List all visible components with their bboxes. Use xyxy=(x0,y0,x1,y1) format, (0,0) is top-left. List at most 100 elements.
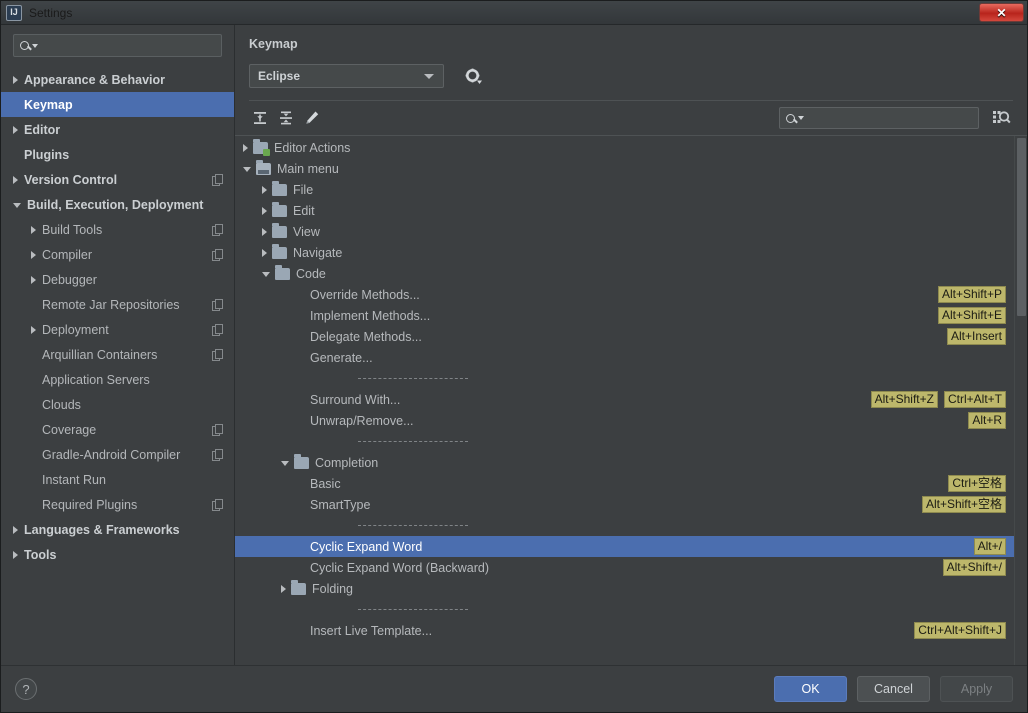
sidebar-item-clouds[interactable]: Clouds xyxy=(1,392,234,417)
keymap-toolbar xyxy=(235,101,1027,135)
keymap-tree-row[interactable]: Unwrap/Remove... Alt+R xyxy=(235,410,1014,431)
keymap-tree-row[interactable]: Basic Ctrl+空格 xyxy=(235,473,1014,494)
sidebar-item-keymap[interactable]: Keymap xyxy=(1,92,234,117)
chevron-down-icon xyxy=(13,203,21,208)
page-title: Keymap xyxy=(249,37,298,51)
keymap-tree-row[interactable]: Delegate Methods... Alt+Insert xyxy=(235,326,1014,347)
sidebar-item-required-plugins[interactable]: Required Plugins xyxy=(1,492,234,517)
keymap-tree-row[interactable]: Override Methods... Alt+Shift+P xyxy=(235,284,1014,305)
shortcut-list: Alt+Insert xyxy=(946,326,1006,347)
keymap-tree-row[interactable]: View xyxy=(235,221,1014,242)
sidebar-item-languages-frameworks[interactable]: Languages & Frameworks xyxy=(1,517,234,542)
chevron-right-icon xyxy=(13,550,18,559)
keymap-find-input[interactable] xyxy=(809,111,972,125)
keymap-tree-row[interactable]: Editor Actions xyxy=(235,137,1014,158)
copy-settings-icon xyxy=(212,449,223,461)
chevron-right-icon[interactable] xyxy=(262,248,267,257)
separator-line xyxy=(358,378,468,379)
sidebar-item-label: Editor xyxy=(24,122,61,137)
pencil-icon[interactable] xyxy=(301,107,323,129)
keymap-scheme-select[interactable]: Eclipse xyxy=(249,64,444,88)
chevron-right-icon[interactable] xyxy=(262,206,267,215)
shortcut-badge: Alt+Shift+Z xyxy=(870,391,938,408)
chevron-down-icon[interactable] xyxy=(262,272,270,277)
sidebar-item-label: Required Plugins xyxy=(42,497,138,512)
keymap-action-label: Navigate xyxy=(293,245,343,260)
sidebar-item-tools[interactable]: Tools xyxy=(1,542,234,567)
chevron-down-icon[interactable] xyxy=(281,461,289,466)
keymap-tree-row[interactable]: Generate... xyxy=(235,347,1014,368)
folder-icon xyxy=(291,579,306,595)
help-button[interactable]: ? xyxy=(15,678,37,700)
sidebar-item-build-execution-deployment[interactable]: Build, Execution, Deployment xyxy=(1,192,234,217)
sidebar-item-version-control[interactable]: Version Control xyxy=(1,167,234,192)
keymap-action-label: Override Methods... xyxy=(310,287,420,302)
sidebar-item-application-servers[interactable]: Application Servers xyxy=(1,367,234,392)
chevron-right-icon[interactable] xyxy=(262,227,267,236)
sidebar-item-label: Languages & Frameworks xyxy=(24,522,180,537)
sidebar-item-build-tools[interactable]: Build Tools xyxy=(1,217,234,242)
keymap-tree-row[interactable]: Main menu xyxy=(235,158,1014,179)
sidebar-item-deployment[interactable]: Deployment xyxy=(1,317,234,342)
keymap-action-label: Delegate Methods... xyxy=(310,329,422,344)
copy-settings-icon xyxy=(212,324,223,336)
keymap-find-box[interactable] xyxy=(779,107,979,129)
sidebar-item-label: Version Control xyxy=(24,172,118,187)
keymap-tree-row[interactable]: Implement Methods... Alt+Shift+E xyxy=(235,305,1014,326)
expand-all-icon[interactable] xyxy=(249,107,271,129)
chevron-right-icon[interactable] xyxy=(281,584,286,593)
sidebar-item-gradle-android-compiler[interactable]: Gradle-Android Compiler xyxy=(1,442,234,467)
keymap-tree-row[interactable]: Surround With... Alt+Shift+Z Ctrl+Alt+T xyxy=(235,389,1014,410)
keymap-action-label: Main menu xyxy=(277,161,339,176)
intellij-idea-icon: IJ xyxy=(6,4,22,21)
keymap-tree-row[interactable]: Code xyxy=(235,263,1014,284)
chevron-down-icon[interactable] xyxy=(243,167,251,172)
sidebar-search-box[interactable] xyxy=(13,34,222,57)
sidebar-item-plugins[interactable]: Plugins xyxy=(1,142,234,167)
chevron-right-icon xyxy=(31,325,36,334)
keymap-tree-row[interactable]: Cyclic Expand Word Alt+/ xyxy=(235,536,1014,557)
sidebar-item-label: Clouds xyxy=(42,397,81,412)
shortcut-badge: Alt+R xyxy=(968,412,1006,429)
cancel-button[interactable]: Cancel xyxy=(857,676,930,702)
sidebar-item-editor[interactable]: Editor xyxy=(1,117,234,142)
search-input[interactable] xyxy=(43,38,215,53)
sidebar-item-compiler[interactable]: Compiler xyxy=(1,242,234,267)
sidebar-item-label: Arquillian Containers xyxy=(42,347,158,362)
keymap-tree-row[interactable]: Navigate xyxy=(235,242,1014,263)
sidebar-item-appearance-behavior[interactable]: Appearance & Behavior xyxy=(1,67,234,92)
keymap-tree-row[interactable]: Insert Live Template... Ctrl+Alt+Shift+J xyxy=(235,620,1014,641)
ok-button[interactable]: OK xyxy=(774,676,847,702)
collapse-all-icon[interactable] xyxy=(275,107,297,129)
close-icon[interactable]: ✕ xyxy=(979,3,1024,22)
keymap-tree-row[interactable]: Completion xyxy=(235,452,1014,473)
find-by-shortcut-icon[interactable] xyxy=(989,107,1013,129)
keymap-action-label: File xyxy=(293,182,314,197)
scrollbar-thumb[interactable] xyxy=(1017,138,1026,316)
apply-button[interactable]: Apply xyxy=(940,676,1013,702)
gear-icon[interactable] xyxy=(462,65,484,87)
tree-separator xyxy=(235,599,1014,620)
sidebar-item-label: Debugger xyxy=(42,272,97,287)
folder-icon xyxy=(272,201,287,217)
vertical-scrollbar[interactable] xyxy=(1014,136,1027,665)
keymap-action-label: Basic xyxy=(310,476,341,491)
tree-separator xyxy=(235,368,1014,389)
chevron-down-icon xyxy=(798,116,804,120)
sidebar-item-label: Coverage xyxy=(42,422,97,437)
chevron-right-icon[interactable] xyxy=(262,185,267,194)
keymap-tree-row[interactable]: Edit xyxy=(235,200,1014,221)
sidebar-item-arquillian-containers[interactable]: Arquillian Containers xyxy=(1,342,234,367)
keymap-tree-row[interactable]: Cyclic Expand Word (Backward) Alt+Shift+/ xyxy=(235,557,1014,578)
folder-icon xyxy=(275,264,290,280)
sidebar-item-remote-jar-repositories[interactable]: Remote Jar Repositories xyxy=(1,292,234,317)
chevron-right-icon[interactable] xyxy=(243,143,248,152)
keymap-tree-row[interactable]: Folding xyxy=(235,578,1014,599)
sidebar-item-coverage[interactable]: Coverage xyxy=(1,417,234,442)
shortcut-badge: Alt+Shift+E xyxy=(937,307,1006,324)
sidebar-item-instant-run[interactable]: Instant Run xyxy=(1,467,234,492)
keymap-tree-row[interactable]: SmartType Alt+Shift+空格 xyxy=(235,494,1014,515)
sidebar-item-debugger[interactable]: Debugger xyxy=(1,267,234,292)
keymap-tree-row[interactable]: File xyxy=(235,179,1014,200)
shortcut-badge: Alt+Shift+P xyxy=(937,286,1006,303)
